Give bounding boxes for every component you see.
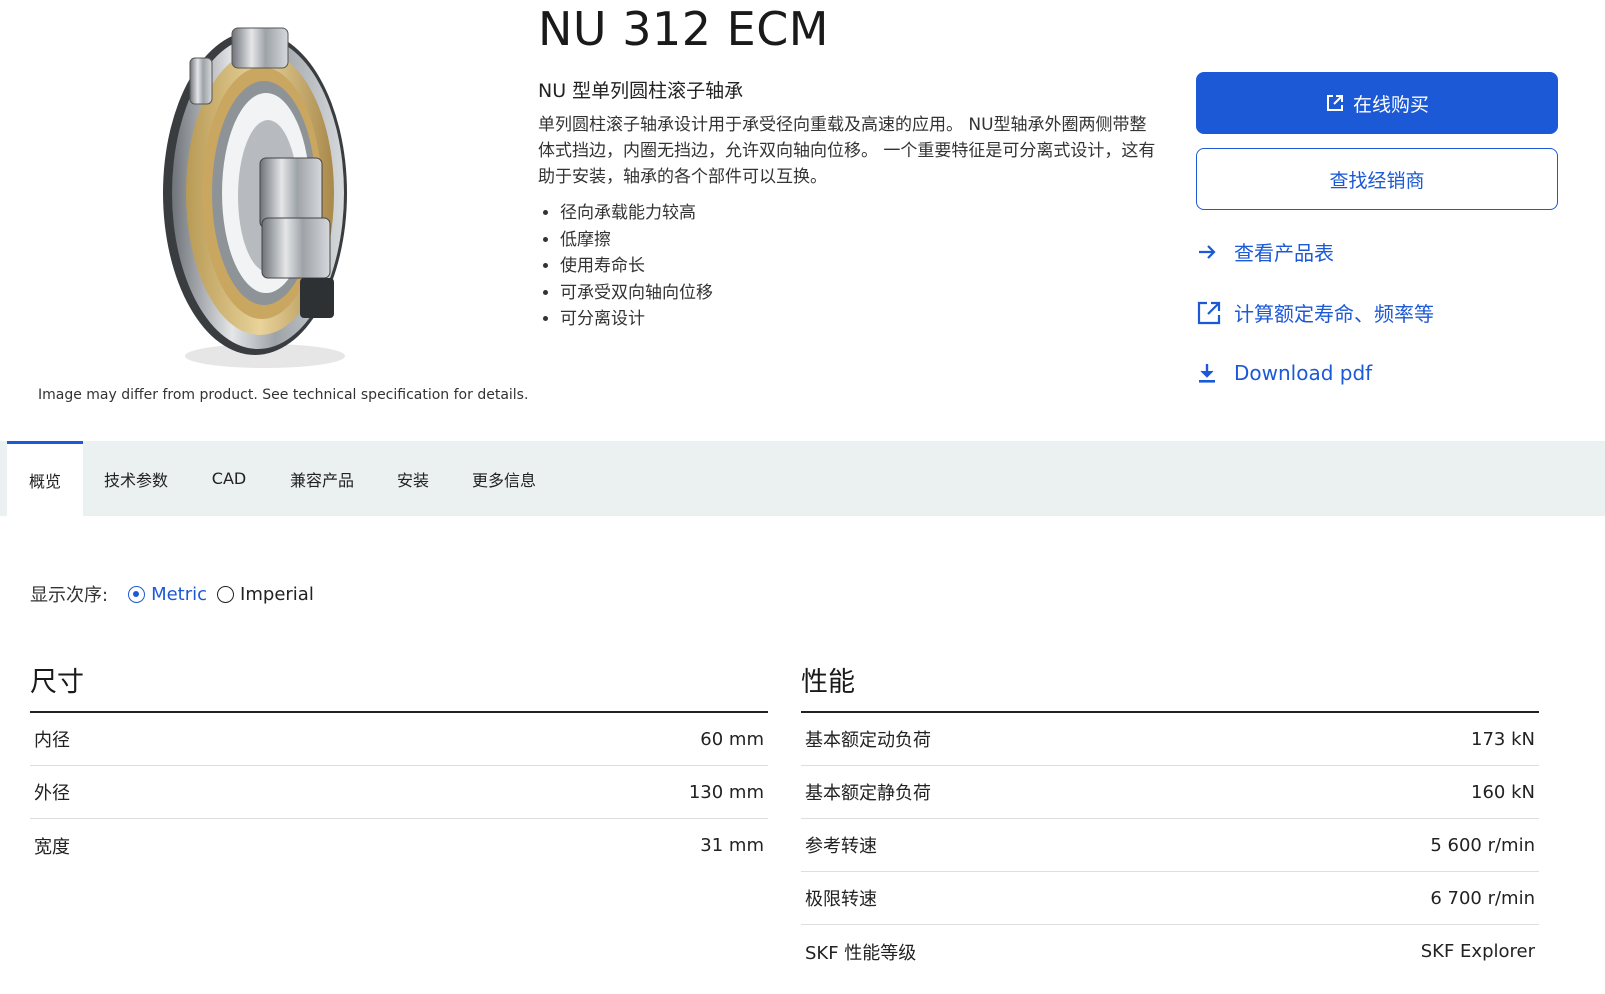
imperial-label: Imperial <box>240 583 314 605</box>
download-icon <box>1199 364 1215 383</box>
dimensions-table: 内径 60 mm 外径 130 mm 宽度 31 mm <box>30 711 768 872</box>
dimensions-heading: 尺寸 <box>30 667 84 698</box>
unit-label: 显示次序: <box>30 585 109 606</box>
tab-overview[interactable]: 概览 <box>7 441 83 516</box>
spec-value: 173 kN <box>1471 728 1535 750</box>
spec-value: 31 mm <box>700 835 764 856</box>
feature-list: 径向承载能力较高 低摩擦 使用寿命长 可承受双向轴向位移 可分离设计 <box>538 200 713 333</box>
product-image <box>150 18 350 378</box>
arrow-right-icon <box>1199 244 1216 259</box>
external-link-icon <box>1197 301 1221 324</box>
spec-value: 6 700 r/min <box>1430 887 1535 909</box>
table-row: 极限转速 6 700 r/min <box>801 872 1539 925</box>
feature-item: 使用寿命长 <box>560 253 713 280</box>
imperial-radio[interactable]: Imperial <box>217 584 314 605</box>
feature-item: 低摩擦 <box>560 227 713 254</box>
product-description: 单列圆柱滚子轴承设计用于承受径向重载及高速的应用。 NU型轴承外圈两侧带整体式挡… <box>538 115 1156 187</box>
metric-label: Metric <box>151 583 208 605</box>
metric-radio[interactable]: Metric <box>128 584 207 605</box>
spec-label: 参考转速 <box>805 836 877 857</box>
performance-table: 基本额定动负荷 173 kN 基本额定静负荷 160 kN 参考转速 5 600… <box>801 711 1539 978</box>
spec-value: 60 mm <box>700 728 764 750</box>
feature-item: 可承受双向轴向位移 <box>560 280 713 307</box>
image-disclaimer: Image may differ from product. See techn… <box>38 387 529 403</box>
view-product-table-link[interactable]: 查看产品表 <box>1196 237 1334 266</box>
spec-label: 内径 <box>34 730 70 751</box>
find-dealer-label: 查找经销商 <box>1329 169 1425 192</box>
buy-online-label: 在线购买 <box>1352 93 1429 116</box>
tab-installation[interactable]: 安装 <box>386 441 440 516</box>
table-row: 宽度 31 mm <box>30 819 768 872</box>
table-row: 外径 130 mm <box>30 766 768 819</box>
spec-value: 130 mm <box>688 781 764 803</box>
tab-compatible-products[interactable]: 兼容产品 <box>280 441 364 516</box>
performance-heading: 性能 <box>801 667 855 698</box>
download-pdf-link[interactable]: Download pdf <box>1196 359 1372 387</box>
radio-unchecked-icon <box>217 585 235 603</box>
product-title: NU 312 ECM <box>538 2 829 56</box>
table-row: SKF 性能等级 SKF Explorer <box>801 925 1539 978</box>
spec-label: 基本额定静负荷 <box>805 783 931 804</box>
download-pdf-label: Download pdf <box>1234 361 1373 385</box>
table-row: 内径 60 mm <box>30 713 768 766</box>
radio-checked-icon <box>128 585 146 603</box>
feature-item: 径向承载能力较高 <box>560 200 713 227</box>
spec-label: 宽度 <box>34 836 70 858</box>
calculate-rating-life-label: 计算额定寿命、频率等 <box>1234 302 1434 326</box>
find-dealer-button[interactable]: 查找经销商 <box>1196 148 1558 210</box>
spec-value: 5 600 r/min <box>1430 834 1535 856</box>
tab-technical-specification[interactable]: 技术参数 <box>94 441 178 516</box>
external-link-icon <box>1326 95 1343 111</box>
unit-toggle: 显示次序: Metric Imperial <box>30 581 324 607</box>
tab-cad[interactable]: CAD <box>200 441 258 516</box>
spec-value: SKF Explorer <box>1420 941 1535 962</box>
buy-online-button[interactable]: 在线购买 <box>1196 72 1558 134</box>
table-row: 基本额定静负荷 160 kN <box>801 766 1539 819</box>
spec-label: 极限转速 <box>805 889 877 910</box>
tab-bar: 概览 技术参数 CAD 兼容产品 安装 更多信息 <box>0 441 1605 516</box>
table-row: 参考转速 5 600 r/min <box>801 819 1539 872</box>
tab-more-info[interactable]: 更多信息 <box>462 441 546 516</box>
bearing-illustration <box>163 27 347 368</box>
feature-item: 可分离设计 <box>560 306 713 333</box>
spec-label: 基本额定动负荷 <box>805 730 931 751</box>
product-subtitle: NU 型单列圆柱滚子轴承 <box>538 80 744 102</box>
calculate-rating-life-link[interactable]: 计算额定寿命、频率等 <box>1196 298 1434 327</box>
spec-label: SKF 性能等级 <box>805 942 917 964</box>
view-product-table-label: 查看产品表 <box>1234 241 1334 265</box>
table-row: 基本额定动负荷 173 kN <box>801 713 1539 766</box>
spec-label: 外径 <box>34 783 70 804</box>
spec-value: 160 kN <box>1471 781 1535 803</box>
